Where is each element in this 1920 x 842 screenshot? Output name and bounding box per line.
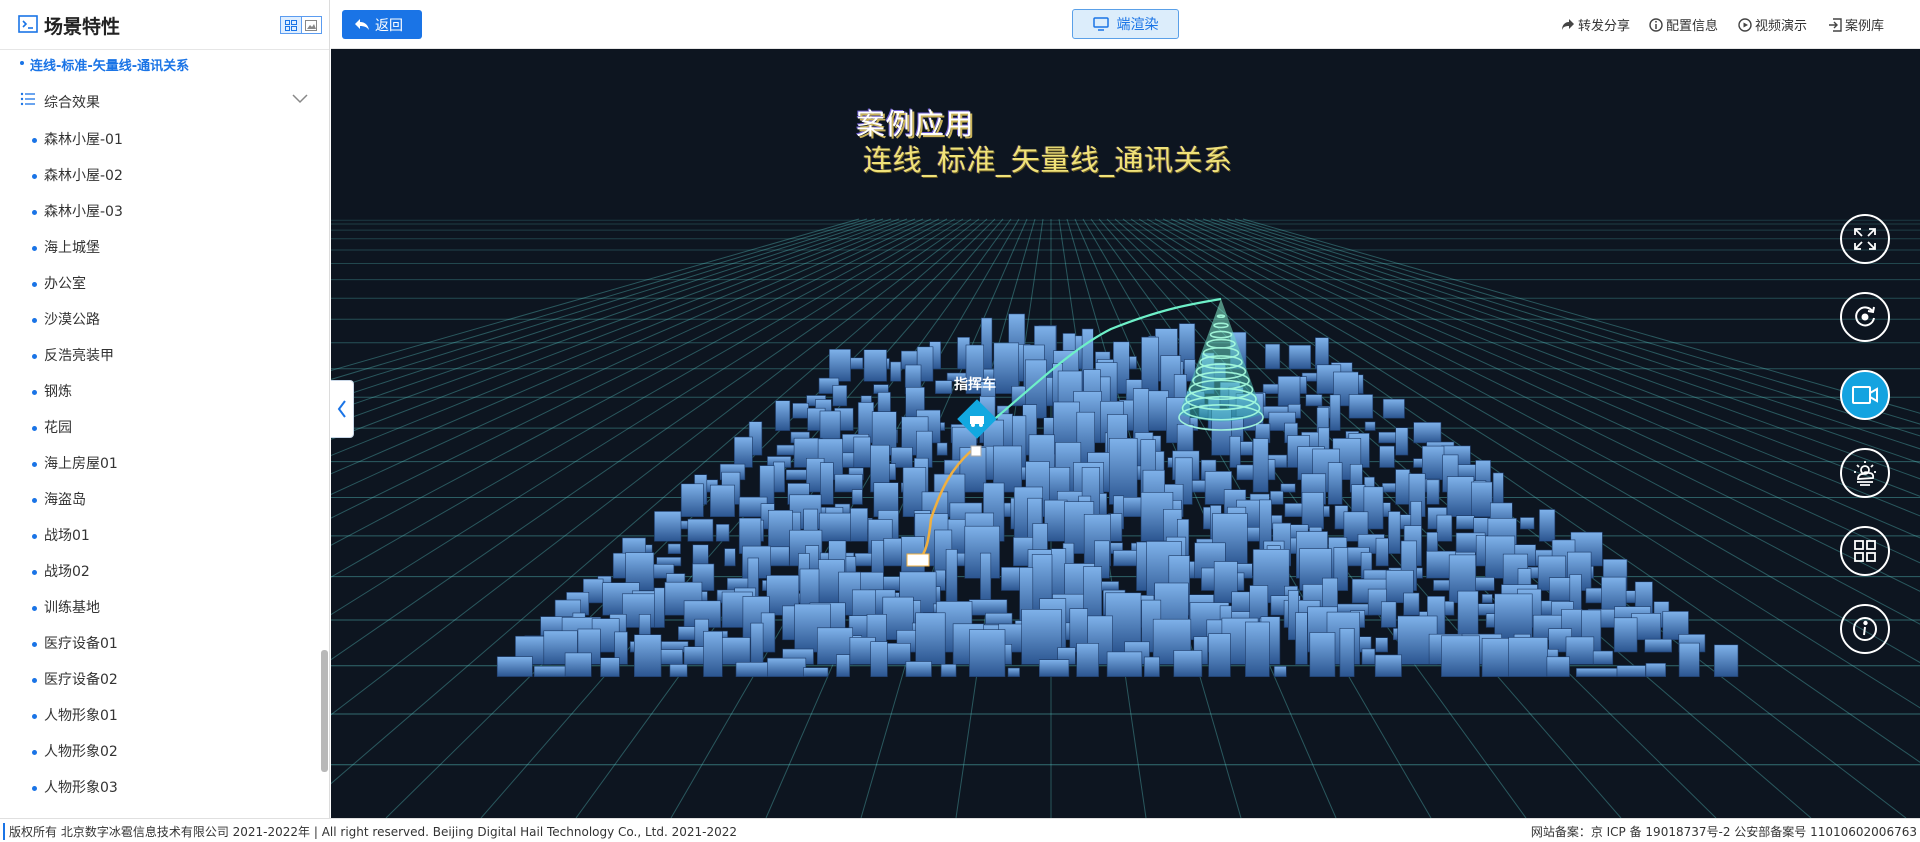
sidebar-list-item[interactable]: 战场02	[0, 557, 329, 593]
video-demo-label: 视频演示	[1755, 19, 1808, 34]
sidebar-header: 场景特性	[0, 0, 329, 50]
list-icon	[20, 92, 35, 106]
fullscreen-icon	[1854, 228, 1876, 250]
video-demo-button[interactable]: 视频演示	[1738, 15, 1807, 34]
sidebar-list-item[interactable]: 人物形象03	[0, 773, 329, 809]
case-library-label: 案例库	[1845, 19, 1885, 34]
sidebar-scrollbar[interactable]	[321, 650, 328, 772]
sidebar-list-item[interactable]: 人物形象02	[0, 737, 329, 773]
image-view-icon[interactable]	[300, 17, 322, 33]
sidebar-list-item[interactable]: 森林小屋-01	[0, 125, 329, 161]
fullscreen-button[interactable]	[1840, 214, 1890, 264]
sidebar-list: 森林小屋-01 森林小屋-02 森林小屋-03 海上城堡 办公室 沙漠公路 反浩亮装甲 钢炼花…	[0, 125, 329, 809]
sidebar-list-item[interactable]: 森林小屋-03	[0, 197, 329, 233]
sidebar-current-item[interactable]: 连线-标准-矢量线-通讯关系	[19, 55, 189, 74]
chevron-left-icon	[337, 400, 346, 418]
video-camera-icon	[1852, 386, 1878, 404]
sidebar-list-item[interactable]: 办公室	[0, 269, 329, 305]
share-label: 转发分享	[1578, 19, 1631, 34]
video-camera-button[interactable]	[1840, 370, 1890, 420]
monitor-icon	[1092, 17, 1109, 31]
vehicle-marker-rear	[906, 553, 930, 567]
sidebar-collapse-button[interactable]	[331, 380, 354, 438]
sidebar-list-item[interactable]: 花园	[0, 413, 329, 449]
render-button[interactable]: 端渲染	[1072, 9, 1179, 39]
play-icon	[1738, 17, 1752, 32]
sidebar-list-item[interactable]: 战场01	[0, 521, 329, 557]
sidebar: 场景特性 连线-标准-矢量线-通讯关系 综合效果 森林小屋-01 森林小屋-02 森…	[0, 0, 330, 818]
grid-apps-icon	[1854, 540, 1876, 562]
sidebar-list-item[interactable]: 海上房屋01	[0, 449, 329, 485]
chevron-down-icon[interactable]	[292, 94, 308, 104]
rotate-icon	[1855, 306, 1875, 327]
config-info-label: 配置信息	[1666, 19, 1719, 34]
weather-button[interactable]	[1840, 448, 1890, 498]
info-circle-icon	[1853, 617, 1877, 641]
rotate-button[interactable]	[1840, 292, 1890, 342]
list-view-icon[interactable]	[281, 17, 301, 33]
sidebar-title: 场景特性	[44, 16, 121, 38]
top-toolbar: 返回 端渲染 转发分享 配置信息 视频演示 案例库	[331, 0, 1920, 49]
sidebar-list-item[interactable]: 人物形象01	[0, 701, 329, 737]
sidebar-list-item[interactable]: 海盗岛	[0, 485, 329, 521]
case-library-button[interactable]: 案例库	[1828, 15, 1884, 34]
sidebar-list-item[interactable]: 反浩亮装甲	[0, 341, 329, 377]
scene-viewport[interactable]: 案例应用 连线_标准_矢量线_通讯关系 指挥车	[331, 49, 1920, 818]
ground-grid	[331, 218, 1920, 818]
sidebar-list-item[interactable]: 训练基地	[0, 593, 329, 629]
exit-icon	[1829, 17, 1842, 32]
sidebar-group[interactable]: 综合效果	[0, 86, 329, 116]
back-arrow-icon	[355, 19, 369, 30]
footer: 版权所有 北京数字冰雹信息技术有限公司 2021-2022年 | All rig…	[0, 818, 1920, 842]
sidebar-list-item[interactable]: 医疗设备01	[0, 629, 329, 665]
vehicle-label: 指挥车	[954, 377, 996, 393]
sidebar-list-item[interactable]: 森林小屋-02	[0, 161, 329, 197]
view-toggle[interactable]	[280, 16, 322, 34]
footer-copyright: 版权所有 北京数字冰雹信息技术有限公司 2021-2022年 | All rig…	[3, 823, 737, 840]
scene-title-line2: 连线_标准_矢量线_通讯关系	[863, 143, 1233, 177]
sidebar-list-item[interactable]: 海上城堡	[0, 233, 329, 269]
grid-apps-button[interactable]	[1840, 526, 1890, 576]
info-button[interactable]	[1840, 604, 1890, 654]
terminal-icon	[18, 15, 38, 33]
info-icon	[1649, 17, 1663, 32]
share-button[interactable]: 转发分享	[1561, 15, 1630, 34]
footer-icp: 网站备案：京 ICP 备 19018737号-2 公安部备案号 11010602…	[1530, 825, 1917, 839]
weather-icon	[1854, 461, 1876, 486]
vehicle-marker-front	[970, 445, 982, 457]
render-button-label: 端渲染	[1116, 17, 1159, 33]
back-button-label: 返回	[375, 17, 403, 34]
sidebar-list-item[interactable]: 医疗设备02	[0, 665, 329, 701]
sidebar-list-item[interactable]: 钢炼	[0, 377, 329, 413]
config-info-button[interactable]: 配置信息	[1649, 15, 1718, 34]
back-button[interactable]: 返回	[342, 10, 422, 39]
sidebar-list-item[interactable]: 沙漠公路	[0, 305, 329, 341]
share-icon	[1562, 19, 1574, 30]
sidebar-group-label: 综合效果	[44, 95, 100, 111]
